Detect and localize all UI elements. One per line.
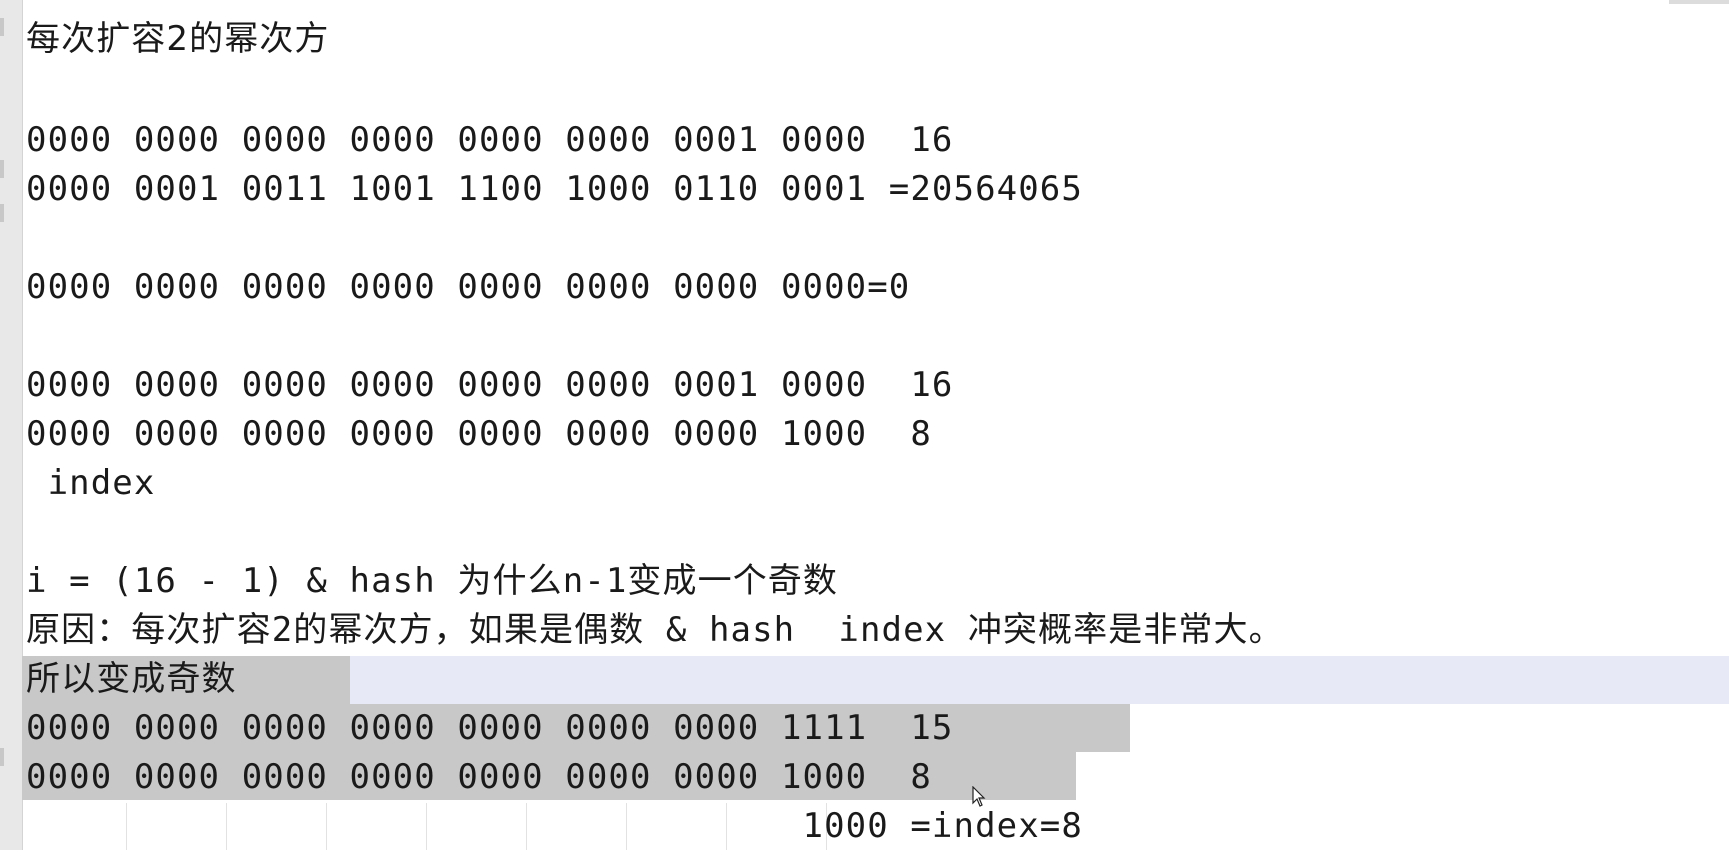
editor-line[interactable]: 0000 0000 0000 0000 0000 0000 0001 0000 … bbox=[26, 362, 954, 409]
editor-gutter bbox=[0, 0, 23, 850]
text-editor[interactable]: 每次扩容2的幂次方 0000 0000 0000 0000 0000 0000 … bbox=[26, 0, 1726, 850]
editor-line[interactable]: 0000 0000 0000 0000 0000 0000 0001 0000 … bbox=[26, 117, 954, 164]
editor-line[interactable]: 每次扩容2的幂次方 bbox=[26, 16, 330, 63]
gutter-marker bbox=[0, 160, 4, 178]
editor-line[interactable]: index bbox=[26, 460, 155, 507]
editor-line[interactable]: 0000 0000 0000 0000 0000 0000 0000 1000 … bbox=[26, 754, 932, 801]
editor-line[interactable]: 0000 0000 0000 0000 0000 0000 0000 0000=… bbox=[26, 264, 910, 311]
editor-line[interactable]: 0000 0000 0000 0000 0000 0000 0000 1111 … bbox=[26, 705, 954, 752]
gutter-marker bbox=[0, 18, 4, 36]
mouse-pointer-icon bbox=[972, 786, 986, 807]
editor-line[interactable]: i = (16 - 1) & hash 为什么n-1变成一个奇数 bbox=[26, 558, 838, 605]
gutter-marker bbox=[0, 204, 4, 222]
gutter-marker bbox=[0, 748, 4, 766]
editor-line[interactable]: 1000 =index=8 bbox=[26, 803, 1083, 850]
editor-line[interactable]: 0000 0001 0011 1001 1100 1000 0110 0001 … bbox=[26, 166, 1083, 213]
editor-line[interactable]: 0000 0000 0000 0000 0000 0000 0000 1000 … bbox=[26, 411, 932, 458]
editor-line-current[interactable]: 所以变成奇数 bbox=[26, 656, 237, 703]
editor-line[interactable]: 原因：每次扩容2的幂次方，如果是偶数 & hash index 冲突概率是非常大… bbox=[26, 607, 1284, 654]
